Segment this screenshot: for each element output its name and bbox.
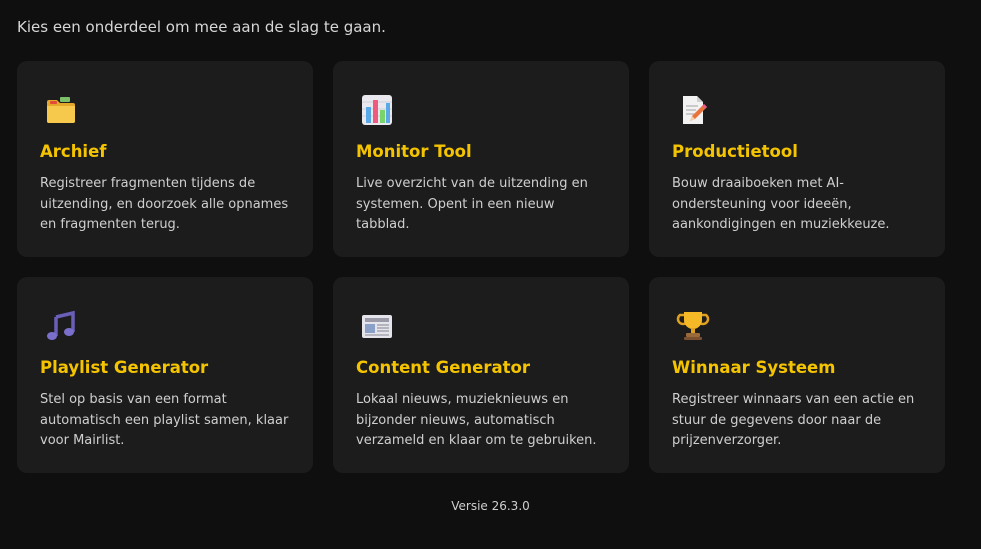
card-title: Playlist Generator	[40, 358, 209, 377]
folder-icon	[44, 93, 78, 127]
card-description: Registreer fragmenten tijdens de uitzend…	[40, 176, 289, 232]
version-label: Versie 26.3.0	[451, 499, 530, 513]
card-content-generator[interactable]: Content Generator Lokaal nieuws, muziekn…	[333, 277, 629, 473]
newspaper-icon	[360, 309, 394, 343]
card-productietool[interactable]: Productietool Bouw draaiboeken met AI-on…	[649, 61, 945, 257]
card-title: Content Generator	[356, 358, 530, 377]
card-title: Productietool	[672, 142, 798, 161]
card-title: Winnaar Systeem	[672, 358, 836, 377]
document-pencil-icon	[676, 93, 710, 127]
card-title: Archief	[40, 142, 107, 161]
card-description: Bouw draaiboeken met AI-ondersteuning vo…	[672, 176, 890, 232]
card-archief[interactable]: Archief Registreer fragmenten tijdens de…	[17, 61, 313, 257]
card-description: Live overzicht van de uitzending en syst…	[356, 176, 588, 232]
card-description: Lokaal nieuws, muzieknieuws en bijzonder…	[356, 392, 597, 448]
tool-grid: Archief Registreer fragmenten tijdens de…	[17, 61, 945, 473]
intro-text: Kies een onderdeel om mee aan de slag te…	[17, 18, 386, 36]
card-title: Monitor Tool	[356, 142, 472, 161]
card-playlist-generator[interactable]: Playlist Generator Stel op basis van een…	[17, 277, 313, 473]
app-page: Kies een onderdeel om mee aan de slag te…	[0, 0, 981, 549]
card-description: Registreer winnaars van een actie en stu…	[672, 392, 915, 448]
bar-chart-icon	[360, 93, 394, 127]
trophy-icon	[676, 309, 710, 343]
music-note-icon	[44, 309, 78, 343]
card-winnaar-systeem[interactable]: Winnaar Systeem Registreer winnaars van …	[649, 277, 945, 473]
card-description: Stel op basis van een format automatisch…	[40, 392, 289, 448]
card-monitor-tool[interactable]: Monitor Tool Live overzicht van de uitze…	[333, 61, 629, 257]
